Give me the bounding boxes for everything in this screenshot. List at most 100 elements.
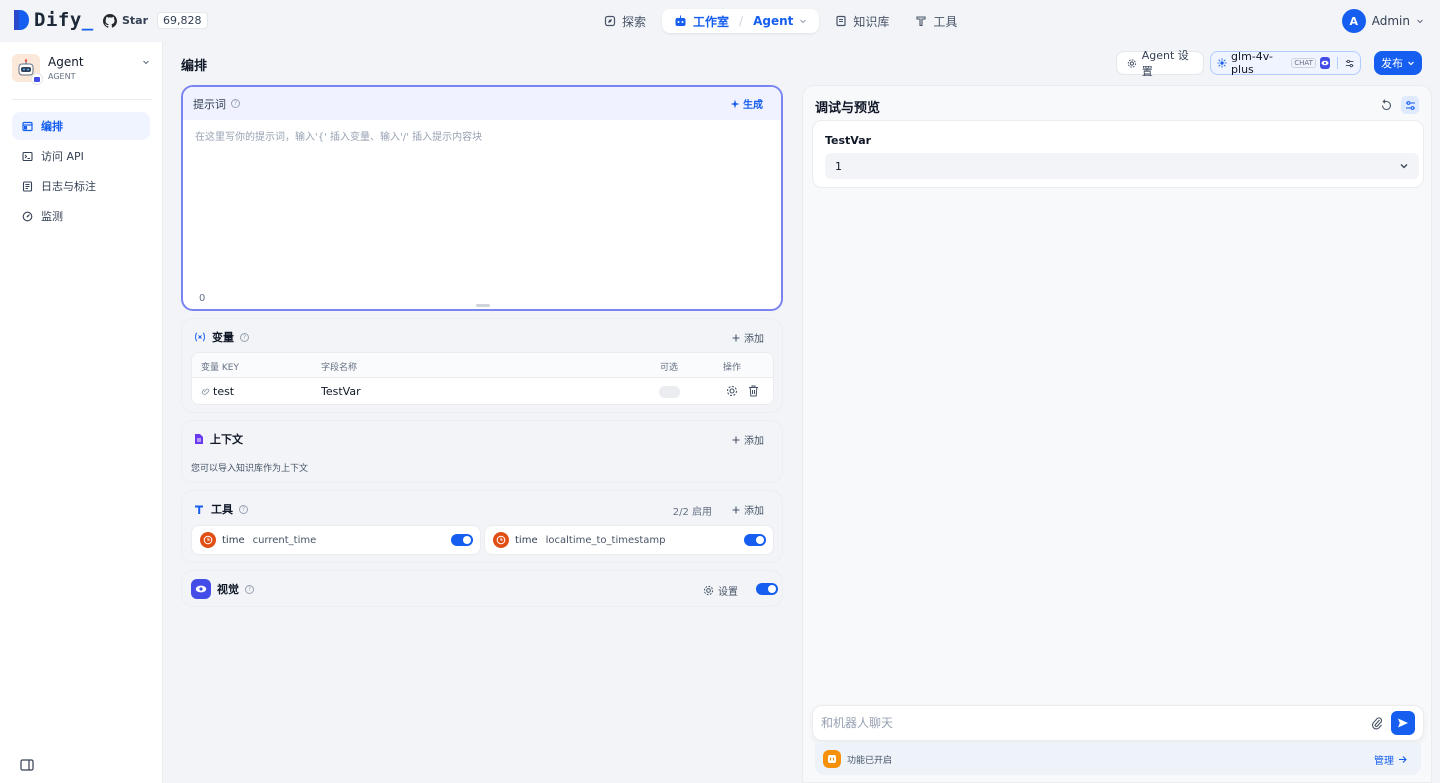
github-star[interactable]: Star 69,828: [103, 12, 208, 29]
dashboard-icon: [22, 211, 33, 221]
debug-var-value: 1: [835, 159, 842, 173]
variables-header: 变量 ?: [194, 329, 249, 345]
sidebar-item-logs[interactable]: 日志与标注: [12, 172, 150, 200]
sidebar-collapse-icon: [20, 759, 34, 771]
features-enabled-text: 功能已开启: [847, 755, 893, 766]
debug-title: 调试与预览: [815, 101, 881, 116]
variable-panel-toggle[interactable]: [1401, 96, 1419, 114]
prompt-title: 提示词 ?: [193, 96, 240, 112]
variable-key[interactable]: test: [213, 385, 234, 398]
paperclip-icon[interactable]: [1371, 716, 1383, 730]
vision-capability-icon: [1319, 57, 1330, 69]
chevron-down-icon: [1400, 164, 1408, 169]
hammer-icon: [916, 16, 926, 27]
sidebar-item-label: 日志与标注: [41, 180, 96, 193]
vision-toggle[interactable]: [756, 583, 778, 595]
model-mode-badge: CHAT: [1291, 58, 1316, 68]
tools-enabled-count: 2/2 启用: [672, 507, 712, 518]
github-icon: [103, 13, 117, 28]
sliders-icon: [1405, 100, 1415, 110]
sliders-icon[interactable]: [1345, 58, 1354, 69]
compass-icon: [604, 15, 616, 27]
resize-handle[interactable]: [476, 304, 490, 307]
tool-toggle[interactable]: [451, 534, 473, 546]
app-name: Agent: [48, 55, 84, 69]
help-icon[interactable]: ?: [240, 332, 249, 342]
tool-name: localtime_to_timestamp: [545, 534, 666, 546]
prompt-header: 提示词 ? 生成: [183, 87, 781, 120]
tool-item-localtime-to-timestamp[interactable]: time localtime_to_timestamp: [484, 525, 774, 555]
nav-explore[interactable]: 探索: [594, 9, 656, 33]
nav-studio[interactable]: 工作室 / Agent: [662, 9, 820, 33]
user-avatar: A: [1341, 9, 1366, 33]
help-icon[interactable]: ?: [245, 584, 254, 594]
publish-button[interactable]: 发布: [1374, 51, 1422, 75]
sidebar-item-monitor[interactable]: 监测: [12, 202, 150, 230]
tools-section: 工具 ? 2/2 启用 添加 time current_time time lo…: [181, 490, 783, 563]
sidebar-item-orchestrate[interactable]: 编排: [12, 112, 150, 140]
features-bar: 功能已开启 管理: [815, 743, 1421, 775]
app-switcher[interactable]: Agent AGENT: [12, 54, 152, 85]
debug-variables: TestVar 1: [812, 120, 1424, 188]
tools-header: 工具 ?: [194, 501, 248, 517]
sidebar: Agent AGENT 编排 访问 API 日志与标注 监测: [0, 42, 163, 783]
sidebar-item-api[interactable]: 访问 API: [12, 142, 150, 170]
nav-studio-app[interactable]: Agent: [753, 14, 793, 28]
refresh-icon[interactable]: [1380, 98, 1393, 112]
nav-tools[interactable]: 工具: [905, 9, 967, 33]
chevron-down-icon: [800, 19, 807, 24]
plus-icon: [732, 334, 740, 341]
context-section: 上下文 添加 您可以导入知识库作为上下文: [181, 420, 783, 483]
optional-toggle[interactable]: [659, 386, 680, 398]
debug-var-select[interactable]: 1: [825, 153, 1419, 179]
app-type: AGENT: [48, 72, 76, 81]
help-icon[interactable]: ?: [231, 99, 240, 108]
add-variable-button[interactable]: 添加: [732, 330, 764, 345]
add-context-button[interactable]: 添加: [732, 432, 764, 447]
send-icon: [1398, 718, 1408, 728]
book-icon: [836, 15, 846, 27]
variable-name[interactable]: TestVar: [321, 385, 361, 398]
star-count: 69,828: [157, 12, 208, 29]
column-action: 操作: [723, 363, 742, 373]
document-icon: [195, 434, 203, 444]
tool-item-current-time[interactable]: time current_time: [191, 525, 481, 555]
sidebar-item-label: 编排: [41, 120, 63, 133]
star-label: Star: [122, 14, 149, 27]
column-optional: 可选: [660, 363, 679, 373]
nav-tools-label: 工具: [933, 14, 958, 29]
prompt-char-count: 0: [199, 293, 206, 304]
nav-knowledge-label: 知识库: [853, 14, 890, 29]
help-icon[interactable]: ?: [239, 504, 248, 514]
user-menu[interactable]: A Admin: [1341, 9, 1424, 33]
dify-logo[interactable]: Dify_: [12, 9, 94, 31]
collapse-sidebar-button[interactable]: [20, 759, 34, 771]
debug-preview-panel: 调试与预览 TestVar 1 功能已开启 管理: [802, 85, 1432, 783]
agent-settings-label: Agent 设置: [1141, 49, 1189, 78]
add-tool-button[interactable]: 添加: [732, 502, 764, 517]
sidebar-item-label: 监测: [41, 210, 63, 223]
prompt-placeholder[interactable]: 在这里写你的提示词，输入'{' 插入变量、输入'/' 插入提示内容块: [195, 128, 482, 143]
context-description: 您可以导入知识库作为上下文: [191, 464, 309, 474]
manage-features-button[interactable]: 管理: [1374, 752, 1407, 767]
brand-name: Dify_: [34, 9, 94, 31]
vision-settings-button[interactable]: 设置: [703, 583, 738, 598]
context-header: 上下文: [194, 431, 243, 447]
variables-section: 变量 ? 添加 变量 KEY 字段名称 可选 操作 test TestVar: [181, 318, 783, 413]
generate-button[interactable]: 生成: [730, 96, 763, 111]
arrow-right-icon: [1399, 755, 1407, 763]
terminal-icon: [22, 151, 33, 161]
vision-header: 视觉 ?: [191, 579, 254, 599]
send-button[interactable]: [1391, 711, 1415, 735]
gear-icon[interactable]: [726, 385, 738, 397]
model-selector[interactable]: glm-4v-plus CHAT: [1210, 50, 1361, 76]
trash-icon[interactable]: [748, 385, 759, 397]
agent-settings-button[interactable]: Agent 设置: [1116, 49, 1204, 78]
gear-icon: [703, 585, 714, 596]
user-name: Admin: [1371, 14, 1410, 28]
nav-knowledge[interactable]: 知识库: [825, 9, 899, 33]
chat-input[interactable]: [821, 716, 1371, 730]
robot-icon: [675, 15, 686, 26]
tool-toggle[interactable]: [744, 534, 766, 546]
prompt-editor[interactable]: 提示词 ? 生成 在这里写你的提示词，输入'{' 插入变量、输入'/' 插入提示…: [181, 85, 783, 311]
